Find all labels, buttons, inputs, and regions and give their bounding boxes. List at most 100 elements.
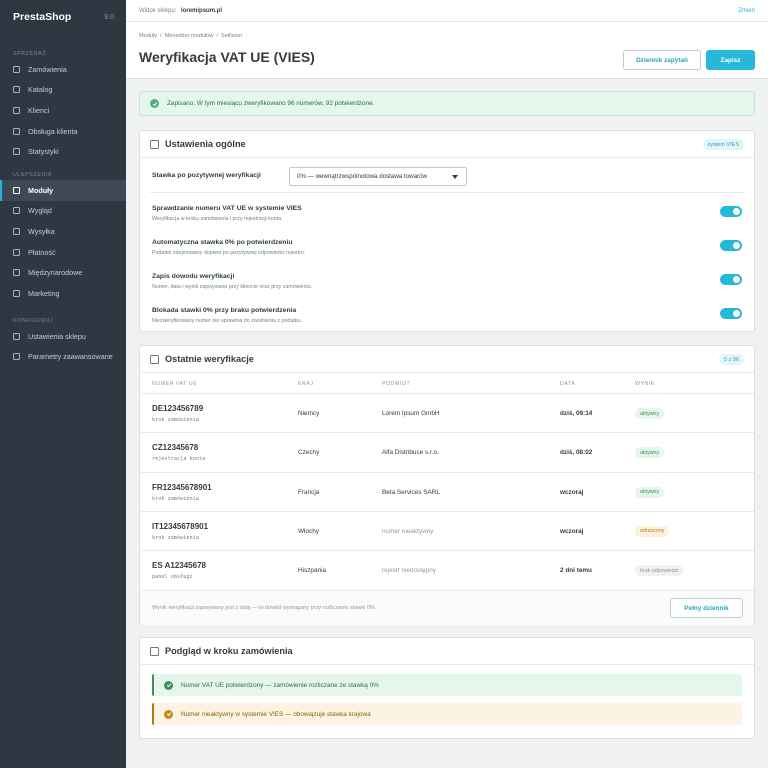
verification-date: wczoraj <box>560 527 584 535</box>
warning-check-icon <box>164 709 173 719</box>
nav-checkbox-icon <box>13 353 20 361</box>
divider <box>150 192 744 193</box>
checkout-preview-card: Podgląd w kroku zamówienia Numer VAT UE … <box>139 637 755 739</box>
sidebar-item-label: Marketing <box>28 288 60 298</box>
sidebar-item-label: Wygląd <box>28 206 52 216</box>
entity: Beta Services SARL <box>382 488 440 496</box>
sidebar-item[interactable]: Statystyki <box>0 141 126 162</box>
sidebar-item[interactable]: Moduły <box>0 180 126 201</box>
change-shop-link[interactable]: Zmień <box>738 8 755 14</box>
entity: Alfa Distribuce s.r.o. <box>382 449 439 457</box>
card-checkbox[interactable] <box>150 354 159 364</box>
sidebar-item-label: Zamówienia <box>28 64 67 74</box>
nav-section-title: ULEPSZENIA <box>13 172 52 178</box>
verification-source: krok zamówienia <box>152 417 199 423</box>
setting-title: Automatyczna stawka 0% po potwierdzeniu <box>152 239 293 246</box>
chevron-down-icon <box>452 175 458 179</box>
country: Niemcy <box>298 410 320 417</box>
card-header: Ostatnie weryfikacje 5 z 96 <box>140 346 754 373</box>
sidebar-item[interactable]: Obsługa klienta <box>0 121 126 142</box>
vat-number: CZ12345678 <box>152 443 199 453</box>
rate-select[interactable]: 0% — wewnątrzwspólnotowa dostawa towarów <box>289 167 467 186</box>
setting-description: Numer, data i wynik zapisywane przy klie… <box>152 284 313 290</box>
nav-section-title: SPRZEDAŻ <box>13 51 47 57</box>
card-title: Podgląd w kroku zamówienia <box>165 646 293 656</box>
sidebar-item[interactable]: Parametry zaawansowane <box>0 347 126 368</box>
verification-source: rejestracja konta <box>152 456 206 463</box>
query-log-button[interactable]: Dziennik zapytań <box>623 50 701 70</box>
table-row[interactable]: FR12345678901 krok zamówienia Francja Beta … <box>140 471 754 511</box>
sidebar-item[interactable]: Marketing <box>0 283 126 304</box>
result-badge: aktywny <box>635 447 665 459</box>
column-header: NUMER VAT UE <box>152 381 198 387</box>
card-header: Podgląd w kroku zamówienia <box>140 638 754 665</box>
card-checkbox[interactable] <box>150 646 159 656</box>
count-badge: 5 z 96 <box>719 354 744 365</box>
shop-url-link[interactable]: loremipsum.pl <box>181 8 222 14</box>
verification-date: wczoraj <box>560 488 584 496</box>
check-circle-icon <box>150 99 159 108</box>
full-log-button[interactable]: Pełny dziennik <box>670 598 743 618</box>
breadcrumb-item[interactable]: Menedżer modułów <box>165 33 214 39</box>
verification-source: panel obsługi <box>152 574 193 581</box>
nav-checkbox-icon <box>13 207 20 215</box>
nav-checkbox-icon <box>13 127 20 135</box>
country: Francja <box>298 488 320 496</box>
nav-checkbox-icon <box>13 269 20 277</box>
sidebar-item[interactable]: Katalog <box>0 80 126 101</box>
setting-toggle[interactable] <box>720 308 742 319</box>
sidebar-item[interactable]: Zamówienia <box>0 59 126 80</box>
breadcrumb-separator: / <box>216 33 218 39</box>
preview-success-message: Numer VAT UE potwierdzony — zamówienie r… <box>152 674 742 696</box>
verification-source: krok zamówienia <box>152 534 199 541</box>
sidebar-item[interactable]: Międzynarodowe <box>0 262 126 283</box>
save-button[interactable]: Zapisz <box>706 50 755 70</box>
breadcrumb-item[interactable]: Moduły <box>139 33 157 39</box>
sidebar-item[interactable]: Płatność <box>0 242 126 263</box>
sidebar-item[interactable]: Ustawienia sklepu <box>0 326 126 347</box>
sidebar: PrestaShop 9.0 SPRZEDAŻ Zamówienia Katalog… <box>0 0 126 768</box>
nav-checkbox-icon <box>13 227 20 235</box>
column-header: PODMIOT <box>382 381 411 387</box>
table-row[interactable]: CZ12345678 rejestracja konta Czechy Alfa Di… <box>140 432 754 471</box>
sidebar-item[interactable]: Klienci <box>0 100 126 121</box>
table-row[interactable]: DE123456789 krok zamówienia Niemcy Lorem Ip… <box>140 393 754 432</box>
nav-checkbox-icon <box>13 332 20 340</box>
page-title: Weryfikacja VAT UE (VIES) <box>139 49 315 65</box>
preview-success-text: Numer VAT UE potwierdzony — zamówienie r… <box>181 681 379 689</box>
table-row[interactable]: IT12345678901 krok zamówienia Włochy numer … <box>140 510 754 550</box>
sidebar-item-label: Katalog <box>28 85 53 95</box>
vat-number: FR12345678901 <box>152 482 212 492</box>
rate-select-value: 0% — wewnątrzwspólnotowa dostawa towarów <box>297 173 427 180</box>
card-title: Ostatnie weryfikacje <box>165 354 254 364</box>
sidebar-item-label: Wysyłka <box>28 226 55 236</box>
setting-toggle[interactable] <box>720 206 742 217</box>
brand: PrestaShop 9.0 <box>0 0 126 34</box>
card-checkbox[interactable] <box>150 139 159 149</box>
vat-number: IT12345678901 <box>152 521 209 531</box>
entity: numer nieaktywny <box>382 527 434 535</box>
sidebar-item-label: Statystyki <box>28 147 59 157</box>
sidebar-item[interactable]: Wysyłka <box>0 221 126 242</box>
check-circle-icon <box>164 680 173 690</box>
setting-toggle[interactable] <box>720 274 742 285</box>
result-badge: aktywny <box>635 408 665 419</box>
entity: rejestr niedostępny <box>382 567 436 575</box>
setting-description: Podatek zdejmowany dopiero po pozytywnej… <box>152 250 306 256</box>
setting-toggle[interactable] <box>720 240 742 251</box>
setting-description: Weryfikacja w kroku zamówienia i przy re… <box>152 216 283 222</box>
result-badge: brak odpowiedzi <box>635 565 684 577</box>
nav-checkbox-icon <box>13 106 20 114</box>
result-badge: odrzucony <box>635 525 670 537</box>
breadcrumb-item[interactable]: Sellision <box>221 33 242 39</box>
brand-logo[interactable]: PrestaShop <box>13 11 71 23</box>
table-row[interactable]: ES A12345678 panel obsługi Hiszpania rejest… <box>140 550 754 589</box>
sidebar-item[interactable]: Wygląd <box>0 201 126 222</box>
nav-section-title: KONFIGURUJ <box>13 318 54 324</box>
nav-checkbox-icon <box>13 248 20 256</box>
verification-date: dziś, 09:14 <box>560 410 593 417</box>
nav-checkbox-icon <box>13 65 20 73</box>
column-header: DATA <box>560 381 576 387</box>
verification-date: 2 dni temu <box>560 567 592 575</box>
sidebar-item-label: Obsługa klienta <box>28 126 78 136</box>
